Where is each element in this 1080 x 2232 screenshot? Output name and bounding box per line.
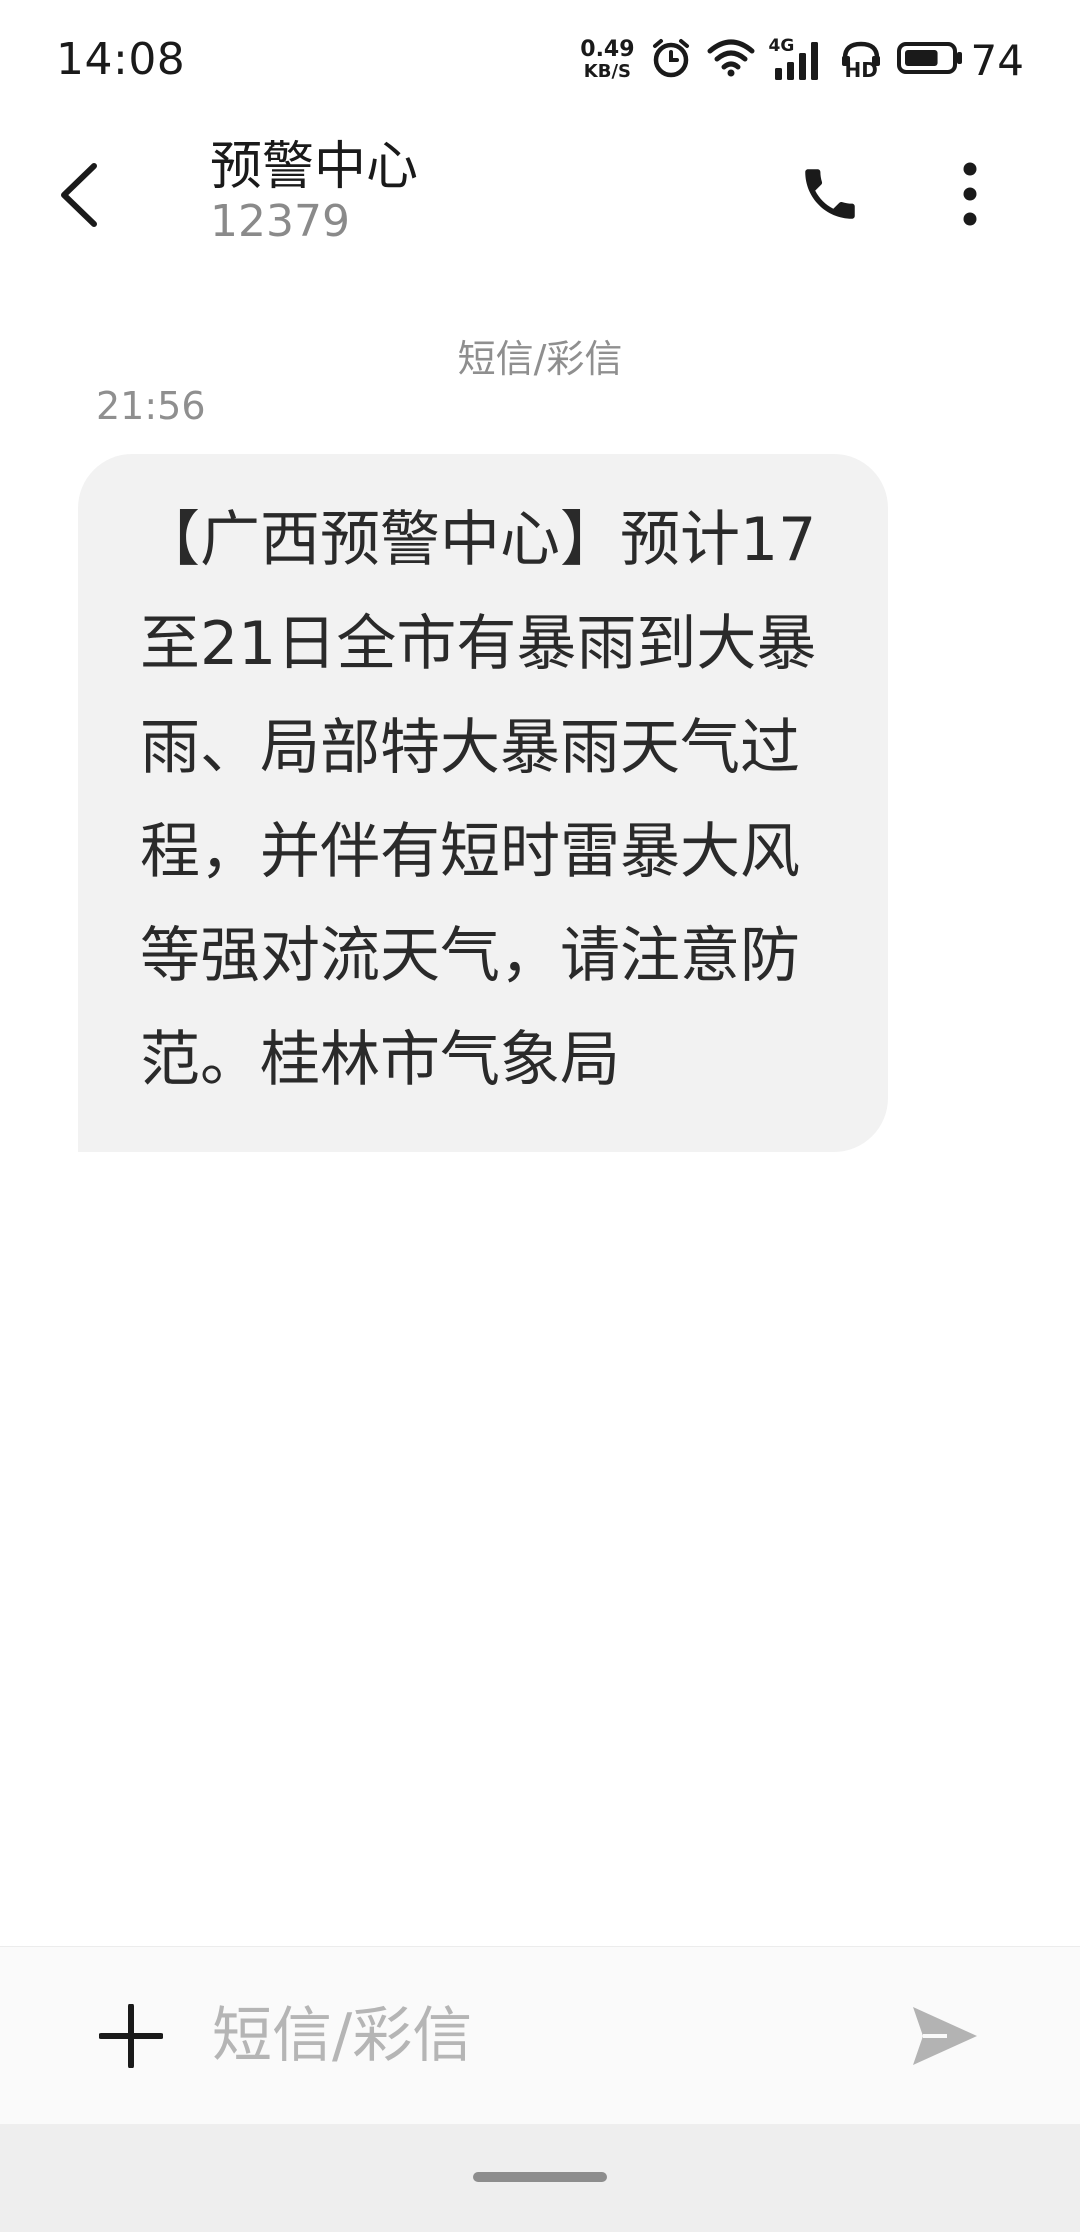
message-bubble[interactable]: 【广西预警中心】预计17至21日全市有暴雨到大暴雨、局部特大暴雨天气过程，并伴有… bbox=[78, 454, 888, 1152]
call-button[interactable] bbox=[790, 154, 870, 234]
network-speed-unit: KB/S bbox=[583, 61, 632, 82]
status-time: 14:08 bbox=[56, 34, 186, 85]
battery-percent: 74 bbox=[970, 35, 1024, 85]
channel-label: 短信/彩信 bbox=[457, 337, 623, 381]
network-speed: 0.49 KB/S bbox=[580, 39, 634, 81]
network-speed-value: 0.49 bbox=[580, 37, 635, 62]
home-indicator[interactable] bbox=[473, 2172, 607, 2182]
status-icons: 0.49 KB/S 4G HD 74 bbox=[580, 30, 1024, 90]
back-button[interactable] bbox=[56, 150, 146, 240]
message-input[interactable] bbox=[212, 1981, 852, 2091]
cellular-signal-icon: 4G bbox=[769, 36, 825, 82]
more-options-button[interactable] bbox=[940, 154, 1000, 234]
hd-voice-icon: HD bbox=[839, 38, 883, 82]
contact-number: 12379 bbox=[210, 196, 350, 247]
hd-label: HD bbox=[844, 58, 878, 82]
send-icon bbox=[913, 2007, 977, 2065]
plus-icon bbox=[99, 2004, 163, 2068]
contact-name: 预警中心 bbox=[210, 137, 419, 197]
more-vertical-icon bbox=[963, 162, 977, 226]
send-button[interactable] bbox=[900, 1991, 990, 2081]
wifi-icon bbox=[707, 38, 755, 82]
battery-icon bbox=[896, 41, 963, 79]
add-attachment-button[interactable] bbox=[86, 1991, 176, 2081]
navigation-bar bbox=[0, 2124, 1080, 2232]
phone-icon bbox=[805, 169, 855, 219]
message-list[interactable]: 短信/彩信 21:56 【广西预警中心】预计17至21日全市有暴雨到大暴雨、局部… bbox=[0, 268, 1080, 1948]
conversation-header: 预警中心 12379 bbox=[0, 118, 1080, 268]
back-arrow-icon bbox=[61, 163, 97, 227]
message-timestamp: 21:56 bbox=[96, 384, 206, 428]
message-composer bbox=[0, 1946, 1080, 2125]
status-bar: 14:08 0.49 KB/S 4G HD 74 bbox=[0, 0, 1080, 118]
battery: 74 bbox=[896, 35, 1024, 85]
alarm-icon bbox=[649, 36, 693, 84]
messaging-screen: 14:08 0.49 KB/S 4G HD 74 预警中心 12379 短信/彩… bbox=[0, 0, 1080, 2232]
